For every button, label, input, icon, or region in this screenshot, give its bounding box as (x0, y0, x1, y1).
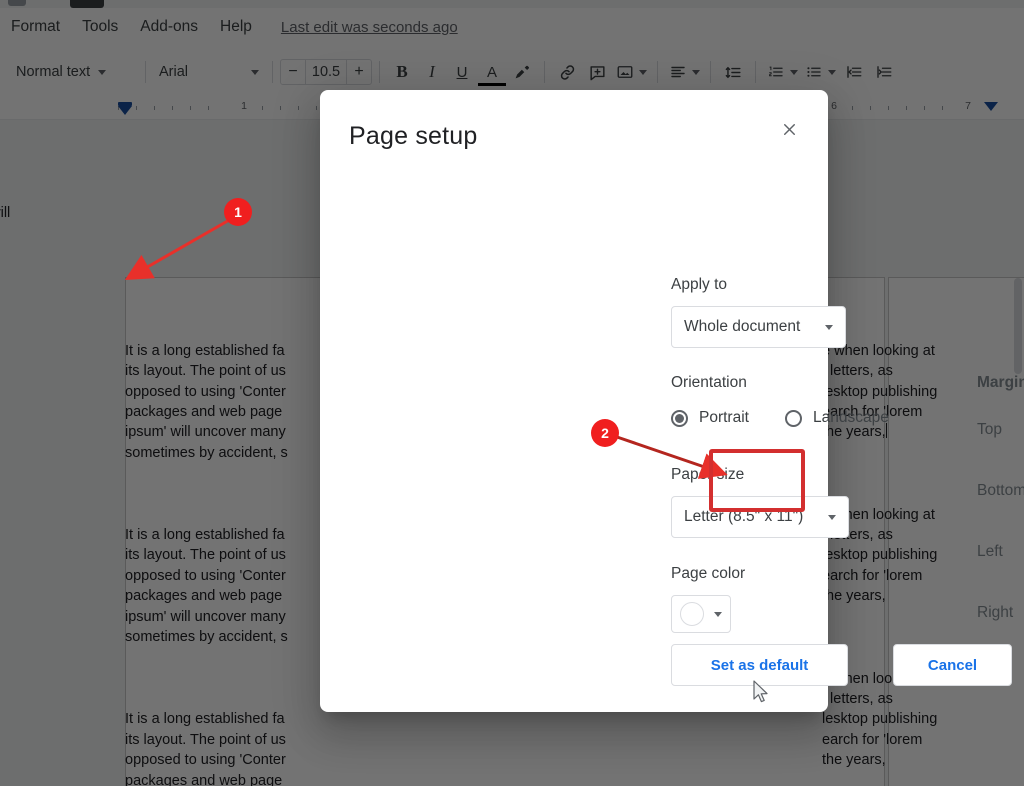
page-color-group: Page color (671, 565, 745, 633)
apply-to-value: Whole document (684, 318, 801, 335)
page-color-picker[interactable] (671, 595, 731, 633)
radio-landscape-label: Landscape (812, 409, 889, 426)
chevron-down-icon (828, 514, 836, 520)
margins-label: Margins (inches) (977, 374, 1024, 392)
paper-size-value: Letter (8.5" x 11") (684, 508, 804, 525)
screen: Format Tools Add-ons Help Last edit was … (0, 0, 1024, 786)
page-color-label: Page color (671, 565, 746, 582)
orientation-label: Orientation (671, 374, 747, 391)
paper-size-group: Paper size Letter (8.5" x 11") (671, 466, 849, 538)
margin-label-left: Left (977, 542, 1003, 560)
apply-to-label: Apply to (671, 276, 728, 293)
close-icon[interactable] (772, 112, 806, 146)
radio-unselected-icon (784, 409, 802, 427)
radio-portrait-label: Portrait (699, 409, 749, 426)
chevron-down-icon (825, 324, 833, 330)
margin-row-bottom: Bottom 1 (977, 467, 1024, 514)
orientation-group: Orientation Portrait Landscape (671, 374, 925, 427)
margins-title-text: Margins (977, 374, 1024, 391)
color-swatch-icon (680, 602, 704, 626)
mouse-cursor (753, 680, 768, 703)
margin-label-top: Top (977, 420, 1002, 438)
page-setup-dialog: Page setup Apply to Whole document Orien… (320, 90, 1024, 712)
margins-group: Margins (inches) Top 1 Bottom 1 Left 0.3… (977, 374, 1024, 636)
margin-label-right: Right (977, 603, 1014, 621)
paper-size-label: Paper size (671, 466, 745, 483)
paper-size-select[interactable]: Letter (8.5" x 11") (671, 496, 849, 538)
margin-row-right: Right 1 (977, 589, 1024, 636)
chevron-down-icon (714, 611, 722, 617)
radio-portrait[interactable]: Portrait (671, 409, 749, 427)
apply-to-group: Apply to Whole document (671, 276, 846, 348)
radio-selected-icon (671, 409, 688, 427)
orientation-radio-group: Portrait Landscape (671, 409, 925, 427)
dialog-body: Apply to Whole document Orientation Port… (320, 178, 1024, 633)
apply-to-select[interactable]: Whole document (671, 306, 846, 348)
cancel-button[interactable]: Cancel (893, 644, 1012, 686)
margin-row-left: Left 0.31 (977, 528, 1024, 575)
margin-row-top: Top 1 (977, 406, 1024, 453)
margin-label-bottom: Bottom (977, 481, 1024, 499)
radio-landscape[interactable]: Landscape (784, 409, 889, 427)
dialog-title: Page setup (349, 122, 478, 150)
